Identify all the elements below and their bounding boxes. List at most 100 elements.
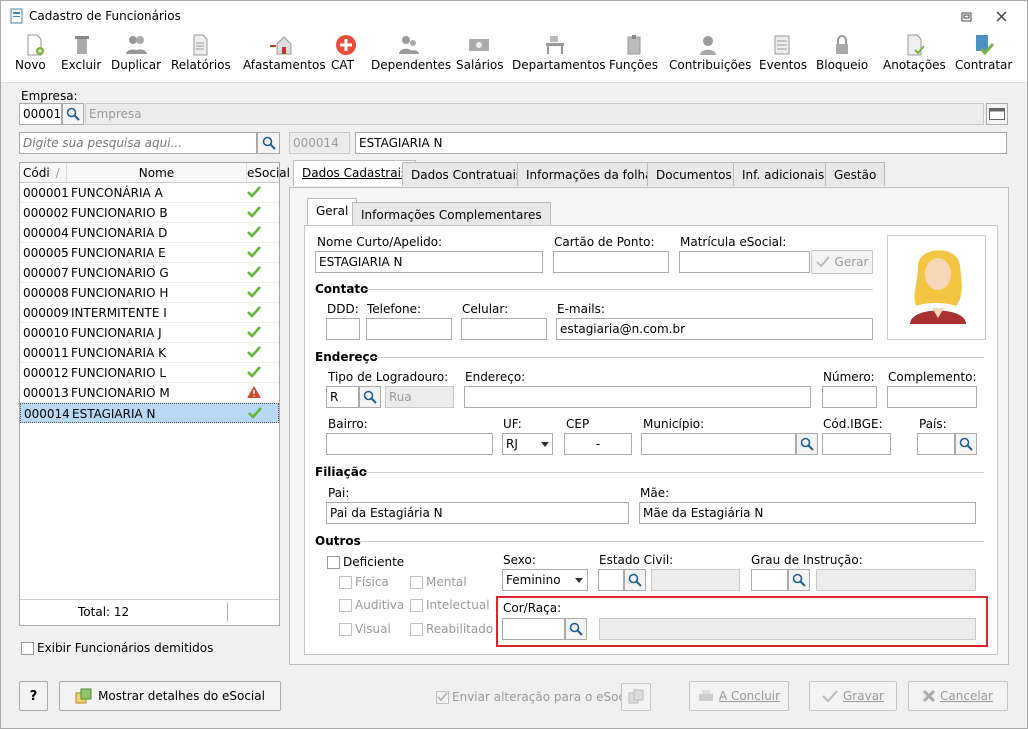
table-row[interactable]: 000002 FUNCIONARIO B [20, 203, 279, 223]
ddd-input[interactable] [326, 318, 360, 340]
visual-checkbox[interactable] [339, 623, 352, 636]
employee-photo[interactable] [887, 235, 986, 340]
cartao-ponto-input[interactable] [553, 251, 669, 273]
visual-label: Visual [355, 622, 391, 636]
table-row[interactable]: 000008 FUNCIONARIO H [20, 283, 279, 303]
subtab-informacoes-complementares[interactable]: Informações Complementares [352, 202, 551, 226]
excluir-button[interactable]: Excluir [61, 34, 103, 80]
table-row[interactable]: 000005 FUNCIONARIA E [20, 243, 279, 263]
gravar-button[interactable]: Gravar [809, 681, 897, 711]
celular-input[interactable] [461, 318, 547, 340]
sexo-select[interactable]: Feminino [502, 569, 588, 591]
empresa-code-input[interactable]: 00001 [19, 103, 62, 125]
cancelar-button[interactable]: Cancelar [908, 681, 1008, 711]
dependentes-button[interactable]: Dependentes [371, 34, 451, 80]
cor-raca-desc [599, 618, 976, 640]
mae-input[interactable]: Mãe da Estagiária N [639, 502, 976, 524]
eventos-button[interactable]: Eventos [759, 34, 807, 80]
deficiente-checkbox[interactable] [327, 556, 340, 569]
reabilitado-checkbox[interactable] [410, 623, 423, 636]
afastamentos-button[interactable]: Afastamentos [243, 34, 326, 80]
table-row[interactable]: 000014 ESTAGIARIA N [20, 403, 279, 423]
grau-instrucao-input[interactable] [751, 569, 788, 591]
bloqueio-button[interactable]: Bloqueio [816, 34, 868, 80]
tipo-logradouro-search-button[interactable] [359, 386, 381, 408]
col-header-esocial[interactable]: eSocial [247, 163, 290, 183]
tab-informacoes-folha[interactable]: Informações da folha [517, 162, 662, 186]
fisica-checkbox[interactable] [339, 576, 352, 589]
municipio-input[interactable] [641, 433, 796, 455]
list-total: Total: 12 [78, 605, 130, 619]
search-button[interactable] [257, 132, 280, 154]
main-window: Cadastro de Funcionários Novo Excluir Du… [0, 0, 1028, 729]
mostrar-esocial-button[interactable]: Mostrar detalhes do eSocial [59, 681, 281, 711]
tipo-logradouro-input[interactable]: R [326, 386, 359, 408]
tab-documentos[interactable]: Documentos [647, 162, 741, 186]
ibge-input[interactable] [822, 433, 891, 455]
help-button[interactable]: ? [19, 681, 48, 711]
cor-raca-search-button[interactable] [565, 618, 587, 640]
table-row[interactable]: 000009 INTERMITENTE I [20, 303, 279, 323]
esocial-send-button[interactable] [621, 683, 651, 711]
table-row[interactable]: 000010 FUNCIONARIA J [20, 323, 279, 343]
cat-button[interactable]: CAT [331, 34, 361, 80]
col-header-name[interactable]: Nome [67, 163, 247, 183]
funcoes-button[interactable]: Funções [609, 34, 659, 80]
anotacoes-button[interactable]: Anotações [883, 34, 946, 80]
subtab-geral[interactable]: Geral [307, 198, 358, 226]
employee-code-field: 000014 [289, 132, 350, 154]
table-row[interactable]: 000004 FUNCIONARIA D [20, 223, 279, 243]
table-row[interactable]: 000011 FUNCIONARIA K [20, 343, 279, 363]
pai-input[interactable]: Pai da Estagiária N [326, 502, 629, 524]
empresa-search-button[interactable] [62, 103, 84, 125]
tab-gestao[interactable]: Gestão [825, 162, 886, 186]
table-row[interactable]: 000007 FUNCIONARIO G [20, 263, 279, 283]
exibir-demitidos-checkbox[interactable] [21, 642, 34, 655]
intelectual-checkbox[interactable] [410, 599, 423, 612]
gerar-button[interactable]: Gerar [811, 250, 873, 274]
col-header-code[interactable]: Códi / [20, 163, 67, 183]
pais-input[interactable] [917, 433, 955, 455]
relatorios-button[interactable]: Relatórios [171, 34, 231, 80]
table-row[interactable]: 000013 FUNCIONARIO M [20, 383, 279, 403]
cor-raca-input[interactable] [502, 618, 565, 640]
table-row[interactable]: 000012 FUNCIONARIO L [20, 363, 279, 383]
search-input[interactable]: Digite sua pesquisa aqui... [19, 132, 257, 154]
tab-dados-contratuais[interactable]: Dados Contratuais [402, 162, 532, 186]
nome-curto-input[interactable]: ESTAGIARIA N [315, 251, 543, 273]
auditiva-checkbox[interactable] [339, 599, 352, 612]
tab-inf-adicionais[interactable]: Inf. adicionais [733, 162, 834, 186]
email-input[interactable]: estagiaria@n.com.br [556, 318, 873, 340]
matricula-input[interactable] [679, 251, 810, 273]
contribuicoes-button[interactable]: Contribuições [669, 34, 751, 80]
complemento-input[interactable] [887, 386, 977, 408]
endereco-input[interactable] [464, 386, 811, 408]
grau-instrucao-label: Grau de Instrução: [751, 553, 863, 567]
contratar-button[interactable]: Contratar [955, 34, 1012, 80]
telefone-input[interactable] [366, 318, 452, 340]
municipio-search-button[interactable] [796, 433, 818, 455]
employee-name-field[interactable]: ESTAGIARIA N [355, 132, 1007, 154]
bairro-input[interactable] [326, 433, 493, 455]
estado-civil-input[interactable] [598, 569, 624, 591]
salarios-button[interactable]: Salários [456, 34, 504, 80]
enviar-esocial-checkbox[interactable] [436, 691, 449, 704]
uf-select[interactable]: RJ [502, 433, 553, 455]
table-row[interactable]: 000001 FUNCONÁRIA A [20, 183, 279, 203]
empresa-table-button[interactable] [986, 103, 1008, 125]
departamentos-button[interactable]: Departamentos [512, 34, 606, 80]
estado-civil-search-button[interactable] [624, 569, 646, 591]
close-icon[interactable] [996, 11, 1007, 22]
concluir-button[interactable]: A Concluir [689, 681, 789, 711]
cep-input[interactable]: - [564, 433, 632, 455]
grau-instrucao-search-button[interactable] [788, 569, 810, 591]
tab-dados-cadastrais[interactable]: Dados Cadastrais [293, 160, 417, 186]
check-icon [246, 285, 262, 302]
duplicar-button[interactable]: Duplicar [111, 34, 161, 80]
mental-checkbox[interactable] [410, 576, 423, 589]
empresa-name-field: Empresa [85, 103, 984, 125]
restore-icon[interactable] [961, 11, 973, 22]
numero-input[interactable] [822, 386, 877, 408]
pais-search-button[interactable] [955, 433, 977, 455]
novo-button[interactable]: Novo [15, 34, 53, 80]
